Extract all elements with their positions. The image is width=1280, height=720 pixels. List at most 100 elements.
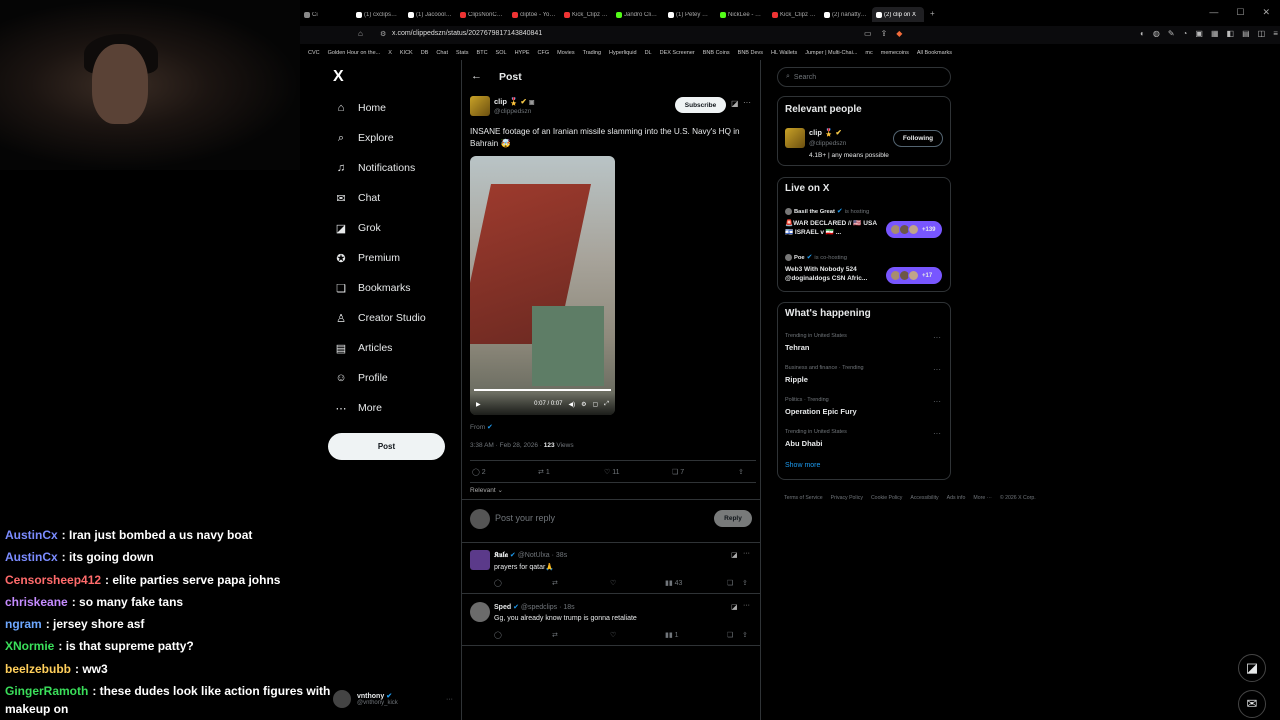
extension-icon[interactable]: ◐	[1140, 29, 1145, 38]
browser-tab[interactable]: cliptoe - YouTube	[508, 7, 560, 22]
share-icon[interactable]: ⇪	[742, 579, 748, 587]
reply-avatar[interactable]	[470, 602, 490, 622]
live-space-title[interactable]: 🚨WAR DECLARED // 🇺🇸 USA 🇮🇱 ISRAEL v 🇮🇷 .…	[785, 219, 877, 237]
trend-name[interactable]: Ripple	[785, 375, 808, 384]
video-player[interactable]: ▶ 0:07 / 0:07 ◀) ⚙ ▢ ⤢	[470, 156, 615, 415]
bookmark-item[interactable]: BTC	[477, 50, 488, 56]
bookmark-item[interactable]: All Bookmarks	[917, 50, 952, 56]
extension-icon[interactable]: ◧	[1227, 29, 1235, 38]
extension-icon[interactable]: ▤	[1242, 29, 1250, 38]
nav-item-chat[interactable]: ✉ Chat	[334, 191, 380, 205]
author-avatar[interactable]	[470, 96, 490, 116]
bookmark-item[interactable]: Movies	[557, 50, 574, 56]
reply-author[interactable]: Sped	[494, 604, 511, 611]
browser-tab[interactable]: (1) Petey Plastic (@P	[664, 7, 716, 22]
browser-tab[interactable]: Jandro Clips - Watch	[612, 7, 664, 22]
browser-tab[interactable]: ClipsNonClaus - YouT	[456, 7, 508, 22]
bookmark-item[interactable]: memecoins	[881, 50, 909, 56]
chat-username[interactable]: XNormie	[5, 639, 54, 653]
footer-link[interactable]: Privacy Policy	[831, 495, 863, 501]
live-listeners-pill[interactable]: +139	[886, 221, 942, 238]
maximize-icon[interactable]: ☐	[1236, 7, 1244, 18]
bookmark-action[interactable]: ❏ 7	[672, 468, 738, 476]
repost-action[interactable]: ⇄ 1	[538, 468, 604, 476]
reply-action[interactable]: ◯ 2	[472, 468, 538, 476]
bookmark-icon[interactable]: ❏	[727, 631, 742, 639]
grok-icon[interactable]: ◪	[731, 603, 738, 611]
pip-icon[interactable]: ▢	[593, 401, 599, 408]
browser-tab[interactable]: (2) clip on X	[872, 7, 924, 22]
chat-username[interactable]: ngram	[5, 617, 42, 631]
nav-item-bookmarks[interactable]: ❏ Bookmarks	[334, 281, 410, 295]
bookmark-item[interactable]: BNB Devs	[738, 50, 763, 56]
bookmark-item[interactable]: Golden Hour on the...	[328, 50, 381, 56]
reply-handle[interactable]: @spedclips · 18s	[521, 604, 575, 611]
close-icon[interactable]: ✕	[1262, 7, 1270, 18]
trend-name[interactable]: Operation Epic Fury	[785, 407, 857, 416]
volume-icon[interactable]: ◀)	[569, 401, 576, 408]
site-info-icon[interactable]: ⚙	[380, 30, 386, 38]
bookmark-item[interactable]: CVC	[308, 50, 320, 56]
views-action[interactable]: ▮▮ 43	[665, 579, 727, 587]
compose-post-button[interactable]: Post	[328, 433, 445, 460]
footer-link[interactable]: Ads info	[947, 495, 966, 501]
heart-icon[interactable]: ♡	[610, 631, 665, 639]
back-arrow-icon[interactable]: ←	[471, 70, 482, 82]
bookmark-item[interactable]: Jumper | Multi-Chai...	[805, 50, 857, 56]
more-options-icon[interactable]: ···	[743, 98, 751, 107]
more-options-icon[interactable]: ···	[933, 429, 941, 438]
nav-item-creator-studio[interactable]: ♙ Creator Studio	[334, 311, 426, 325]
bookmark-item[interactable]: BNB Coins	[703, 50, 730, 56]
nav-item-more[interactable]: ⋯ More	[334, 401, 382, 415]
relevant-avatar[interactable]	[785, 128, 805, 148]
bookmark-item[interactable]: HL Wallets	[771, 50, 797, 56]
bookmark-item[interactable]: Stats	[456, 50, 469, 56]
new-tab-icon[interactable]: +	[924, 7, 941, 22]
reply-icon[interactable]: ◯	[494, 579, 552, 587]
screen-icon[interactable]: ▭	[864, 29, 872, 38]
browser-tab[interactable]: Kick_Clipz - YouTube	[768, 7, 820, 22]
x-logo-icon[interactable]: X	[333, 68, 344, 86]
more-options-icon[interactable]: ···	[743, 602, 750, 609]
bookmark-item[interactable]: DEX Screener	[660, 50, 695, 56]
bookmark-item[interactable]: Hyperliquid	[609, 50, 637, 56]
reply-avatar[interactable]	[470, 550, 490, 570]
timestamp[interactable]: 3:38 AM · Feb 28, 2026 ·	[470, 442, 542, 449]
chat-username[interactable]: Censorsheep412	[5, 573, 101, 587]
footer-link[interactable]: Accessibility	[910, 495, 938, 501]
live-listeners-pill[interactable]: +17	[886, 267, 942, 284]
footer-link[interactable]: More ···	[973, 495, 991, 501]
live-space-title[interactable]: Web3 With Nobody 524 @doginaldogs CSN Af…	[785, 265, 877, 283]
chat-username[interactable]: beelzebubb	[5, 662, 71, 676]
play-icon[interactable]: ▶	[476, 401, 481, 408]
heart-icon[interactable]: ♡	[610, 579, 665, 587]
show-more-link[interactable]: Show more	[785, 462, 820, 469]
nav-item-explore[interactable]: ⌕ Explore	[334, 131, 394, 145]
footer-link[interactable]: © 2026 X Corp.	[1000, 495, 1036, 501]
chat-username[interactable]: chriskeane	[5, 595, 68, 609]
video-progress-bar[interactable]	[474, 389, 611, 391]
author-name-row[interactable]: clip 🎖️ ✔ ▣	[494, 97, 535, 106]
bookmark-item[interactable]: Chat	[436, 50, 448, 56]
bookmark-item[interactable]: KICK	[400, 50, 413, 56]
fullscreen-icon[interactable]: ⤢	[604, 401, 609, 408]
url-text[interactable]: x.com/clippedszn/status/2027679817143840…	[392, 30, 542, 37]
more-options-icon[interactable]: ···	[933, 365, 941, 374]
reply-icon[interactable]: ◯	[494, 631, 552, 639]
nav-item-profile[interactable]: ☺ Profile	[334, 371, 387, 385]
like-action[interactable]: ♡ 11	[604, 468, 672, 476]
extension-icon[interactable]: ◍	[1153, 29, 1160, 38]
shield-icon[interactable]: ◆	[896, 29, 902, 38]
browser-tab[interactable]: NickLee - Watch the	[716, 7, 768, 22]
more-options-icon[interactable]: ···	[933, 397, 941, 406]
footer-link[interactable]: Cookie Policy	[871, 495, 902, 501]
chat-username[interactable]: AustinCx	[5, 528, 58, 542]
minimize-icon[interactable]: —	[1209, 7, 1218, 18]
grok-float-button[interactable]: ◪	[1238, 654, 1266, 682]
extension-icon[interactable]: ▣	[1195, 29, 1203, 38]
more-options-icon[interactable]: ···	[933, 333, 941, 342]
bookmark-item[interactable]: X	[388, 50, 392, 56]
share-icon[interactable]: ⇪	[742, 631, 748, 639]
bookmark-page-icon[interactable]: ⌂	[358, 29, 363, 38]
reply-handle[interactable]: @NotUlxa · 38s	[518, 552, 568, 559]
